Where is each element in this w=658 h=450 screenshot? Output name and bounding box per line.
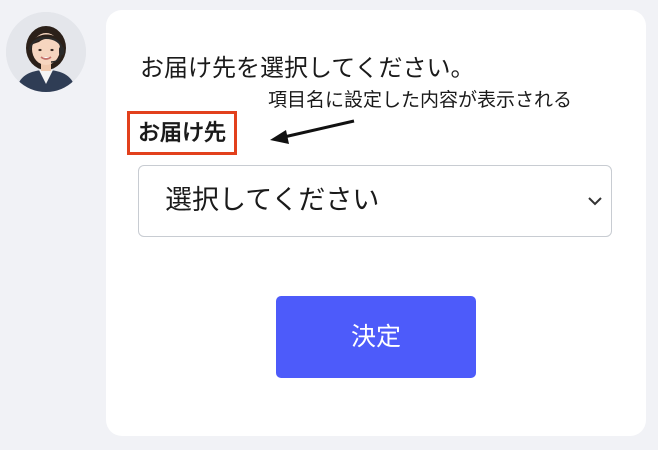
operator-avatar: [6, 12, 86, 92]
select-value: 選択してください: [165, 185, 380, 216]
field-label-highlighted: お届け先: [127, 111, 238, 155]
destination-select[interactable]: 選択してください: [138, 165, 612, 237]
chevron-down-icon: [588, 197, 602, 206]
arrow-left-icon: [270, 119, 355, 144]
message-card: お届け先を選択してください。 項目名に設定した内容が表示される お届け先 選択し…: [106, 10, 646, 436]
prompt-text: お届け先を選択してください。: [140, 54, 475, 82]
operator-avatar-icon: [6, 12, 86, 92]
submit-button[interactable]: 決定: [276, 296, 476, 378]
